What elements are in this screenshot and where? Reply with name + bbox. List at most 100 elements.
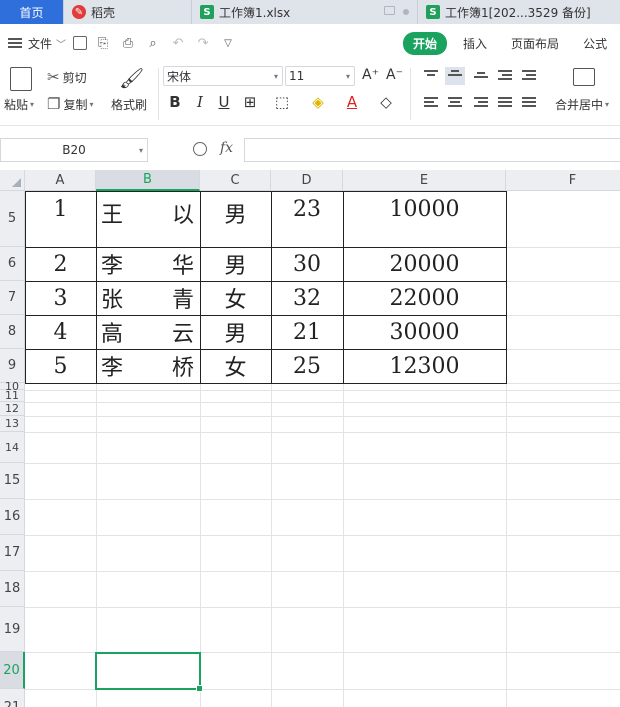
cell-id[interactable]: 4: [25, 315, 96, 349]
chevron-down-icon[interactable]: ﹀: [56, 36, 66, 51]
eraser-icon[interactable]: ◇: [376, 93, 396, 111]
fill-effect-icon[interactable]: ⬚: [272, 93, 292, 111]
redo-icon[interactable]: ↷: [194, 34, 212, 52]
cell-gender[interactable]: 男: [200, 247, 271, 281]
copy-button[interactable]: ❐ 复制 ▾: [47, 95, 93, 113]
column-header-b[interactable]: B: [96, 170, 200, 191]
align-bottom-icon[interactable]: [474, 72, 488, 84]
customize-dropdown-icon[interactable]: ▽: [219, 34, 237, 52]
align-top-icon[interactable]: [424, 70, 438, 82]
font-size-select[interactable]: 11 ▾: [285, 66, 355, 86]
select-all-corner[interactable]: [0, 170, 25, 191]
column-header-a[interactable]: A: [25, 170, 96, 191]
cell-gender[interactable]: 女: [200, 281, 271, 315]
border-icon[interactable]: ⊞: [240, 93, 260, 111]
print-icon[interactable]: ⎙: [119, 34, 137, 52]
italic-button[interactable]: I: [190, 93, 210, 111]
paste-icon[interactable]: [10, 67, 32, 91]
row-header-18[interactable]: 18: [0, 571, 25, 607]
paste-button[interactable]: 粘贴 ▾: [4, 96, 34, 113]
format-painter-button[interactable]: 格式刷: [111, 96, 147, 113]
cell-name[interactable]: 李桥: [96, 349, 200, 383]
cell-age[interactable]: 30: [271, 247, 343, 281]
save-icon[interactable]: [73, 36, 88, 50]
align-left-icon[interactable]: [424, 97, 438, 109]
zoom-icon[interactable]: [193, 142, 207, 156]
cell-amount[interactable]: 10000: [343, 191, 506, 247]
merge-center-button[interactable]: 合并居中 ▾: [555, 96, 609, 113]
column-header-c[interactable]: C: [200, 170, 271, 191]
row-header-16[interactable]: 16: [0, 499, 25, 535]
increase-font-icon[interactable]: A⁺: [362, 67, 379, 83]
cell-id[interactable]: 3: [25, 281, 96, 315]
print-preview-icon[interactable]: ⌕: [144, 34, 162, 52]
column-header-e[interactable]: E: [343, 170, 506, 191]
decrease-font-icon[interactable]: A⁻: [386, 67, 403, 83]
row-header-7[interactable]: 7: [0, 281, 25, 315]
hamburger-icon[interactable]: [8, 38, 22, 48]
tab-formula[interactable]: 公式: [583, 35, 607, 52]
row-header-17[interactable]: 17: [0, 535, 25, 571]
fill-color-icon[interactable]: ◈: [308, 93, 328, 111]
close-dot-icon[interactable]: [403, 9, 409, 15]
spreadsheet-grid[interactable]: A B C D E F 5 6 7 8 9 10 11 12 13 14 15 16 17 18 19 20 21 1 王以男 2…: [0, 170, 620, 707]
fx-icon[interactable]: fx: [220, 140, 233, 156]
distributed-icon[interactable]: [522, 97, 536, 109]
cell-id[interactable]: 1: [25, 191, 96, 247]
row-header-12[interactable]: 12: [0, 402, 25, 416]
tab-workbook1[interactable]: S 工作簿1.xlsx: [192, 0, 418, 24]
file-menu[interactable]: 文件: [28, 35, 52, 52]
row-header-13[interactable]: 13: [0, 416, 25, 432]
cell-gender[interactable]: 女: [200, 349, 271, 383]
align-center-icon[interactable]: [448, 97, 462, 109]
column-header-d[interactable]: D: [271, 170, 343, 191]
justify-icon[interactable]: [498, 97, 512, 109]
cell-age[interactable]: 32: [271, 281, 343, 315]
font-name-select[interactable]: 宋体 ▾: [163, 66, 283, 86]
tab-workbook1-backup[interactable]: S 工作簿1[202...3529 备份]: [418, 0, 620, 24]
undo-icon[interactable]: ↶: [169, 34, 187, 52]
cell-amount[interactable]: 30000: [343, 315, 506, 349]
cell-age[interactable]: 23: [271, 191, 343, 247]
font-color-icon[interactable]: A: [342, 93, 362, 111]
cell-amount[interactable]: 20000: [343, 247, 506, 281]
align-right-icon[interactable]: [474, 97, 488, 109]
cell-amount[interactable]: 22000: [343, 281, 506, 315]
row-header-5[interactable]: 5: [0, 191, 25, 247]
bold-button[interactable]: B: [165, 93, 185, 111]
tab-start[interactable]: 开始: [403, 31, 448, 55]
export-icon[interactable]: ⎘: [94, 34, 112, 52]
tab-daoke[interactable]: ✎ 稻壳: [64, 0, 192, 24]
cell-name[interactable]: 王以: [96, 191, 200, 247]
tab-page-layout[interactable]: 页面布局: [511, 35, 559, 52]
column-header-f[interactable]: F: [506, 170, 620, 191]
cell-name[interactable]: 李华: [96, 247, 200, 281]
tab-insert[interactable]: 插入: [463, 35, 487, 52]
row-header-6[interactable]: 6: [0, 247, 25, 281]
align-middle-icon[interactable]: [445, 67, 465, 85]
cell-name[interactable]: 张青: [96, 281, 200, 315]
row-header-15[interactable]: 15: [0, 463, 25, 499]
increase-indent-icon[interactable]: [522, 70, 536, 82]
row-header-9[interactable]: 9: [0, 349, 25, 383]
cut-button[interactable]: ✂ 剪切: [47, 68, 87, 86]
row-header-14[interactable]: 14: [0, 432, 25, 463]
window-icon[interactable]: [384, 6, 395, 15]
selected-cell[interactable]: [95, 652, 203, 692]
cell-name[interactable]: 高云: [96, 315, 200, 349]
row-header-20[interactable]: 20: [0, 652, 25, 689]
formula-input[interactable]: [244, 138, 620, 162]
decrease-indent-icon[interactable]: [498, 70, 512, 82]
cell-age[interactable]: 25: [271, 349, 343, 383]
cell-age[interactable]: 21: [271, 315, 343, 349]
row-header-19[interactable]: 19: [0, 607, 25, 652]
underline-button[interactable]: U: [214, 93, 234, 111]
cell-id[interactable]: 5: [25, 349, 96, 383]
merge-cells-icon[interactable]: [573, 68, 595, 86]
name-box[interactable]: B20 ▾: [0, 138, 148, 162]
cell-id[interactable]: 2: [25, 247, 96, 281]
brush-icon[interactable]: 🖌: [119, 66, 144, 90]
tab-home[interactable]: 首页: [0, 0, 64, 24]
row-header-11[interactable]: 11: [0, 389, 25, 402]
cell-amount[interactable]: 12300: [343, 349, 506, 383]
